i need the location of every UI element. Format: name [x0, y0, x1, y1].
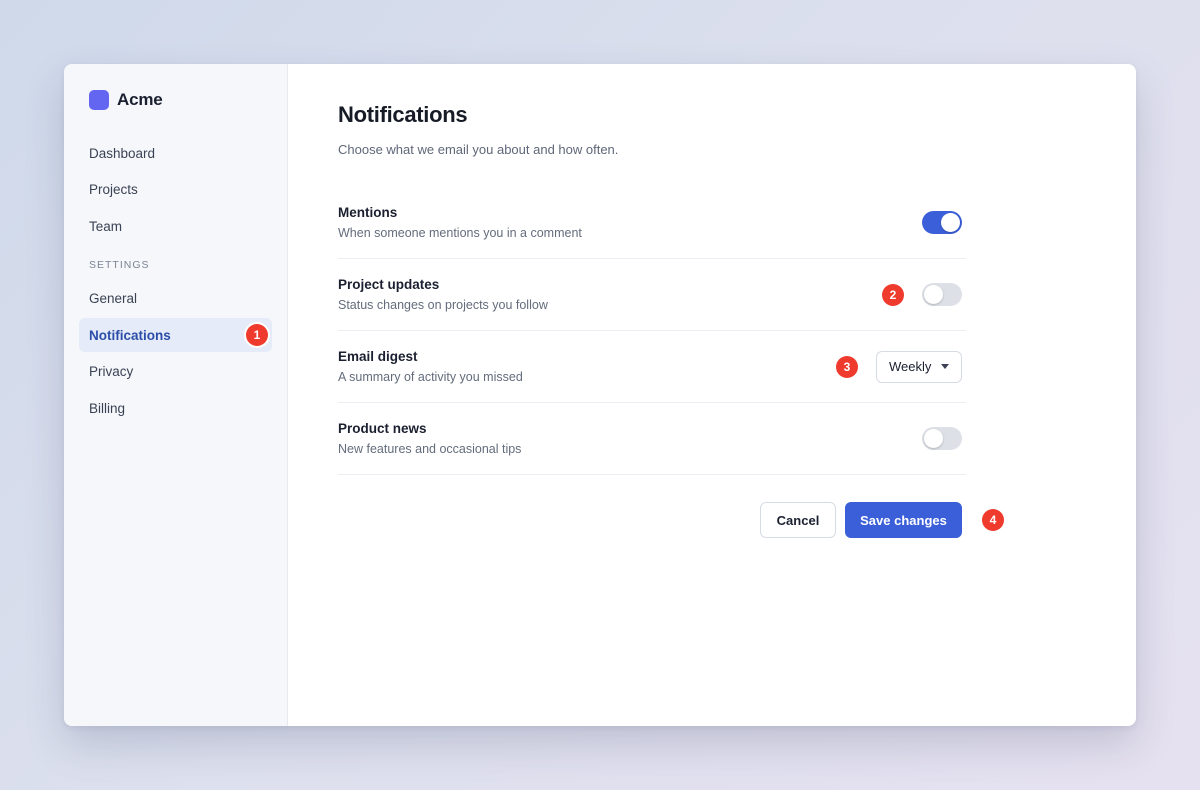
sidebar-item-label: Dashboard — [89, 145, 156, 161]
setting-row-project-updates: Project updates Status changes on projec… — [338, 259, 966, 331]
sidebar-item-privacy[interactable]: Privacy — [79, 355, 272, 389]
settings-window: Acme Dashboard Projects Team SETTINGS Ge… — [64, 64, 1136, 726]
settings-list: Mentions When someone mentions you in a … — [338, 187, 966, 475]
setting-text: Product news New features and occasional… — [338, 421, 521, 456]
save-changes-button[interactable]: Save changes — [845, 502, 962, 538]
setting-row-product-news: Product news New features and occasional… — [338, 403, 966, 475]
caret-down-icon — [941, 364, 949, 369]
select-value: Weekly — [889, 359, 932, 374]
page-subtitle: Choose what we email you about and how o… — [338, 142, 619, 157]
cancel-button[interactable]: Cancel — [760, 502, 836, 538]
setting-title: Email digest — [338, 349, 418, 364]
sidebar-item-label: Notifications — [89, 327, 171, 343]
sidebar-section-label: SETTINGS — [89, 259, 150, 272]
sidebar-item-notifications[interactable]: Notifications 1 — [79, 318, 272, 353]
setting-text: Mentions When someone mentions you in a … — [338, 205, 582, 240]
form-actions: Cancel Save changes 4 — [338, 502, 1004, 538]
sidebar-item-dashboard[interactable]: Dashboard — [79, 136, 272, 170]
toggle-knob — [924, 429, 943, 448]
main-content: Notifications Choose what we email you a… — [288, 64, 1136, 726]
setting-text: Project updates Status changes on projec… — [338, 277, 548, 312]
sidebar-item-label: Projects — [89, 182, 138, 198]
sidebar-item-team[interactable]: Team — [79, 209, 272, 243]
setting-row-email-digest: Email digest A summary of activity you m… — [338, 331, 966, 403]
sidebar-item-general[interactable]: General — [79, 281, 272, 315]
setting-title: Mentions — [338, 205, 398, 220]
email-digest-select[interactable]: Weekly — [876, 350, 962, 383]
project-updates-toggle[interactable] — [922, 283, 962, 306]
sidebar-item-projects[interactable]: Projects — [79, 173, 272, 207]
setting-text: Email digest A summary of activity you m… — [338, 349, 523, 384]
annotation-badge: 1 — [246, 324, 268, 347]
setting-description: A summary of activity you missed — [338, 370, 523, 384]
sidebar-item-billing[interactable]: Billing — [79, 391, 272, 425]
annotation-badge: 4 — [982, 509, 1004, 531]
setting-description: Status changes on projects you follow — [338, 298, 548, 312]
setting-title: Product news — [338, 421, 427, 436]
acme-logo-icon — [89, 90, 109, 110]
product-news-toggle[interactable] — [922, 427, 962, 450]
toggle-knob — [941, 213, 960, 232]
sidebar-item-label: General — [89, 290, 138, 306]
annotation-badge: 2 — [882, 284, 904, 306]
sidebar-item-label: Team — [89, 218, 123, 234]
toggle-knob — [924, 285, 943, 304]
brand-name: Acme — [117, 90, 163, 109]
page-title: Notifications — [338, 102, 468, 127]
mentions-toggle[interactable] — [922, 211, 962, 234]
setting-description: When someone mentions you in a comment — [338, 226, 582, 240]
brand[interactable]: Acme — [89, 90, 272, 110]
annotation-badge: 3 — [836, 356, 858, 378]
sidebar: Acme Dashboard Projects Team SETTINGS Ge… — [64, 64, 288, 726]
setting-description: New features and occasional tips — [338, 442, 522, 456]
setting-row-mentions: Mentions When someone mentions you in a … — [338, 187, 966, 259]
sidebar-item-label: Billing — [89, 400, 126, 416]
sidebar-item-label: Privacy — [89, 364, 134, 380]
setting-title: Project updates — [338, 277, 440, 292]
